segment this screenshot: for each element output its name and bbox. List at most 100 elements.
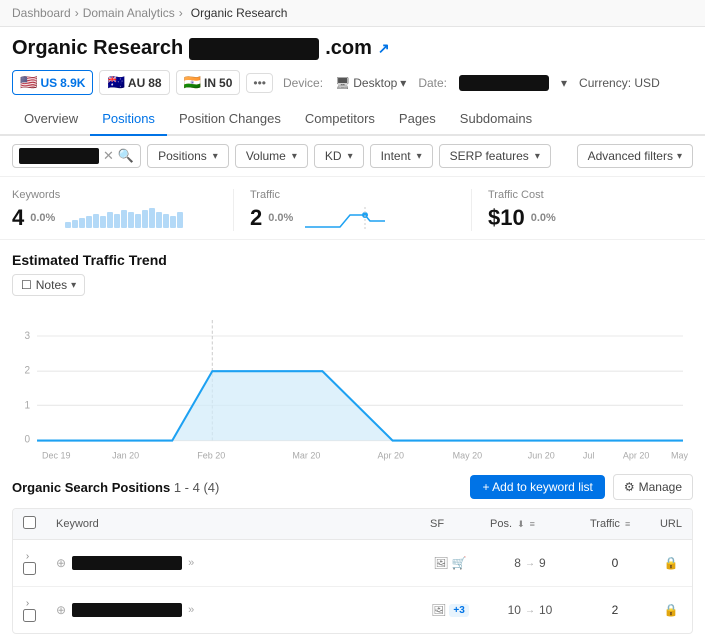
th-traffic[interactable]: Traffic ≡	[580, 509, 650, 540]
notes-chevron: ▾	[71, 280, 76, 291]
device-date-row: Device: 🖥 Desktop ▾ Date: ▾ Currency: US…	[283, 75, 660, 91]
row2-lock-icon: 🔒	[664, 603, 679, 617]
svg-text:0: 0	[24, 434, 30, 445]
mini-bar	[170, 216, 176, 228]
row1-expand-cell: ›	[13, 540, 46, 587]
intent-filter-label: Intent	[381, 149, 411, 163]
tab-position-changes[interactable]: Position Changes	[167, 103, 293, 136]
row2-keyword-cell: ⊕ »	[46, 587, 420, 634]
svg-text:Jul: Jul	[583, 450, 595, 460]
intent-filter-button[interactable]: Intent ▾	[370, 144, 433, 168]
serp-filter-button[interactable]: SERP features ▾	[439, 144, 551, 168]
mini-bar	[128, 212, 134, 228]
advanced-filter-label: Advanced filters	[588, 149, 673, 163]
notes-icon: ☐	[21, 278, 32, 292]
region-in[interactable]: 🇮🇳 IN 50	[176, 70, 241, 95]
row1-sf-cell: 🖼 🛒	[420, 540, 480, 587]
region-row: 🇺🇸 US 8.9K 🇦🇺 AU 88 🇮🇳 IN 50 ••• Device:…	[0, 66, 705, 103]
row1-pos-change: 8 → 9	[490, 556, 570, 570]
positions-table-container: Keyword SF Pos. ⬇ ≡ Traffic ≡	[12, 508, 693, 634]
row2-sf-badge: +3	[449, 604, 468, 617]
page-title-text: Organic Research	[12, 37, 183, 60]
kd-filter-label: KD	[325, 149, 342, 163]
tab-pages[interactable]: Pages	[387, 103, 448, 136]
domain-ext: .com	[325, 37, 372, 60]
svg-text:2: 2	[24, 365, 30, 376]
date-label: Date:	[418, 76, 447, 90]
kd-filter-chevron: ▾	[348, 151, 353, 162]
device-selector[interactable]: 🖥 Desktop ▾	[335, 76, 406, 90]
volume-filter-button[interactable]: Volume ▾	[235, 144, 308, 168]
th-keyword[interactable]: Keyword	[46, 509, 420, 540]
svg-text:May: May	[671, 450, 688, 460]
svg-text:Mar 20: Mar 20	[292, 450, 320, 460]
region-in-value: 50	[219, 76, 232, 90]
select-all-checkbox[interactable]	[23, 516, 36, 529]
metric-traffic-cost: Traffic Cost $10 0.0%	[472, 189, 693, 231]
filter-row: ✕ 🔍 Positions ▾ Volume ▾ KD ▾ Intent ▾ S…	[0, 136, 705, 177]
flag-in: 🇮🇳	[184, 74, 201, 91]
region-in-code: IN	[204, 76, 216, 90]
device-chevron: ▾	[400, 76, 406, 90]
region-us[interactable]: 🇺🇸 US 8.9K	[12, 70, 93, 95]
region-us-value: 8.9K	[60, 76, 85, 90]
row2-pos-change: 10 → 10	[490, 603, 570, 617]
svg-text:Feb 20: Feb 20	[197, 450, 225, 460]
date-chevron[interactable]: ▾	[561, 76, 567, 90]
row1-pos-to: 9	[539, 556, 546, 570]
th-sf[interactable]: SF	[420, 509, 480, 540]
tab-competitors[interactable]: Competitors	[293, 103, 387, 136]
th-checkbox	[13, 509, 46, 540]
th-url[interactable]: URL	[650, 509, 692, 540]
mini-bar	[121, 210, 127, 228]
breadcrumb: Dashboard › Domain Analytics › Organic R…	[0, 0, 705, 27]
flag-us: 🇺🇸	[20, 74, 37, 91]
row2-keyword-masked	[72, 603, 182, 617]
mini-bar	[142, 210, 148, 228]
region-us-code: US	[40, 76, 57, 90]
page-title-container: Organic Research .com ↗	[12, 37, 390, 60]
positions-filter-label: Positions	[158, 149, 207, 163]
traffic-filter-icon: ≡	[625, 519, 630, 529]
mini-bar	[79, 218, 85, 228]
search-icon[interactable]: 🔍	[118, 148, 134, 164]
tab-subdomains[interactable]: Subdomains	[448, 103, 544, 136]
advanced-filter-button[interactable]: Advanced filters ▾	[577, 144, 693, 168]
row2-clock-icon: ⊕	[56, 603, 66, 617]
manage-button[interactable]: ⚙ Manage	[613, 474, 693, 500]
positions-actions: + Add to keyword list ⚙ Manage	[470, 474, 693, 500]
mini-bar	[100, 216, 106, 228]
svg-text:Apr 20: Apr 20	[623, 450, 650, 460]
device-label: Device:	[283, 76, 323, 90]
gear-icon: ⚙	[624, 480, 635, 494]
row1-arrows-icon: »	[188, 557, 194, 569]
row2-image-icon: 🖼	[431, 603, 446, 617]
positions-filter-button[interactable]: Positions ▾	[147, 144, 229, 168]
row2-pos-to: 10	[539, 603, 552, 617]
th-pos[interactable]: Pos. ⬇ ≡	[480, 509, 580, 540]
positions-table: Keyword SF Pos. ⬇ ≡ Traffic ≡	[13, 509, 692, 633]
tab-overview[interactable]: Overview	[12, 103, 90, 136]
tab-positions[interactable]: Positions	[90, 103, 167, 136]
traffic-value-row: 2 0.0%	[250, 205, 455, 231]
row1-expand-icon[interactable]: ›	[26, 551, 29, 562]
row1-checkbox[interactable]	[23, 562, 36, 575]
add-keyword-button[interactable]: + Add to keyword list	[470, 475, 604, 499]
notes-button[interactable]: ☐ Notes ▾	[12, 274, 85, 296]
kd-filter-button[interactable]: KD ▾	[314, 144, 364, 168]
more-regions-button[interactable]: •••	[246, 73, 273, 93]
region-au[interactable]: 🇦🇺 AU 88	[99, 70, 169, 95]
breadcrumb-dashboard[interactable]: Dashboard	[12, 6, 71, 20]
region-au-code: AU	[128, 76, 145, 90]
currency-label: Currency: USD	[579, 76, 660, 90]
date-selector[interactable]	[459, 75, 549, 91]
row1-clock-icon: ⊕	[56, 556, 66, 570]
row2-checkbox[interactable]	[23, 609, 36, 622]
keywords-number: 4	[12, 205, 24, 231]
clear-search-button[interactable]: ✕	[103, 148, 114, 164]
external-link-icon[interactable]: ↗	[378, 40, 390, 57]
breadcrumb-domain-analytics[interactable]: Domain Analytics	[83, 6, 175, 20]
row1-sf-icons: 🖼 🛒	[430, 556, 470, 570]
row2-sf-icons: 🖼 +3	[430, 603, 470, 617]
traffic-cost-value-row: $10 0.0%	[488, 205, 693, 231]
